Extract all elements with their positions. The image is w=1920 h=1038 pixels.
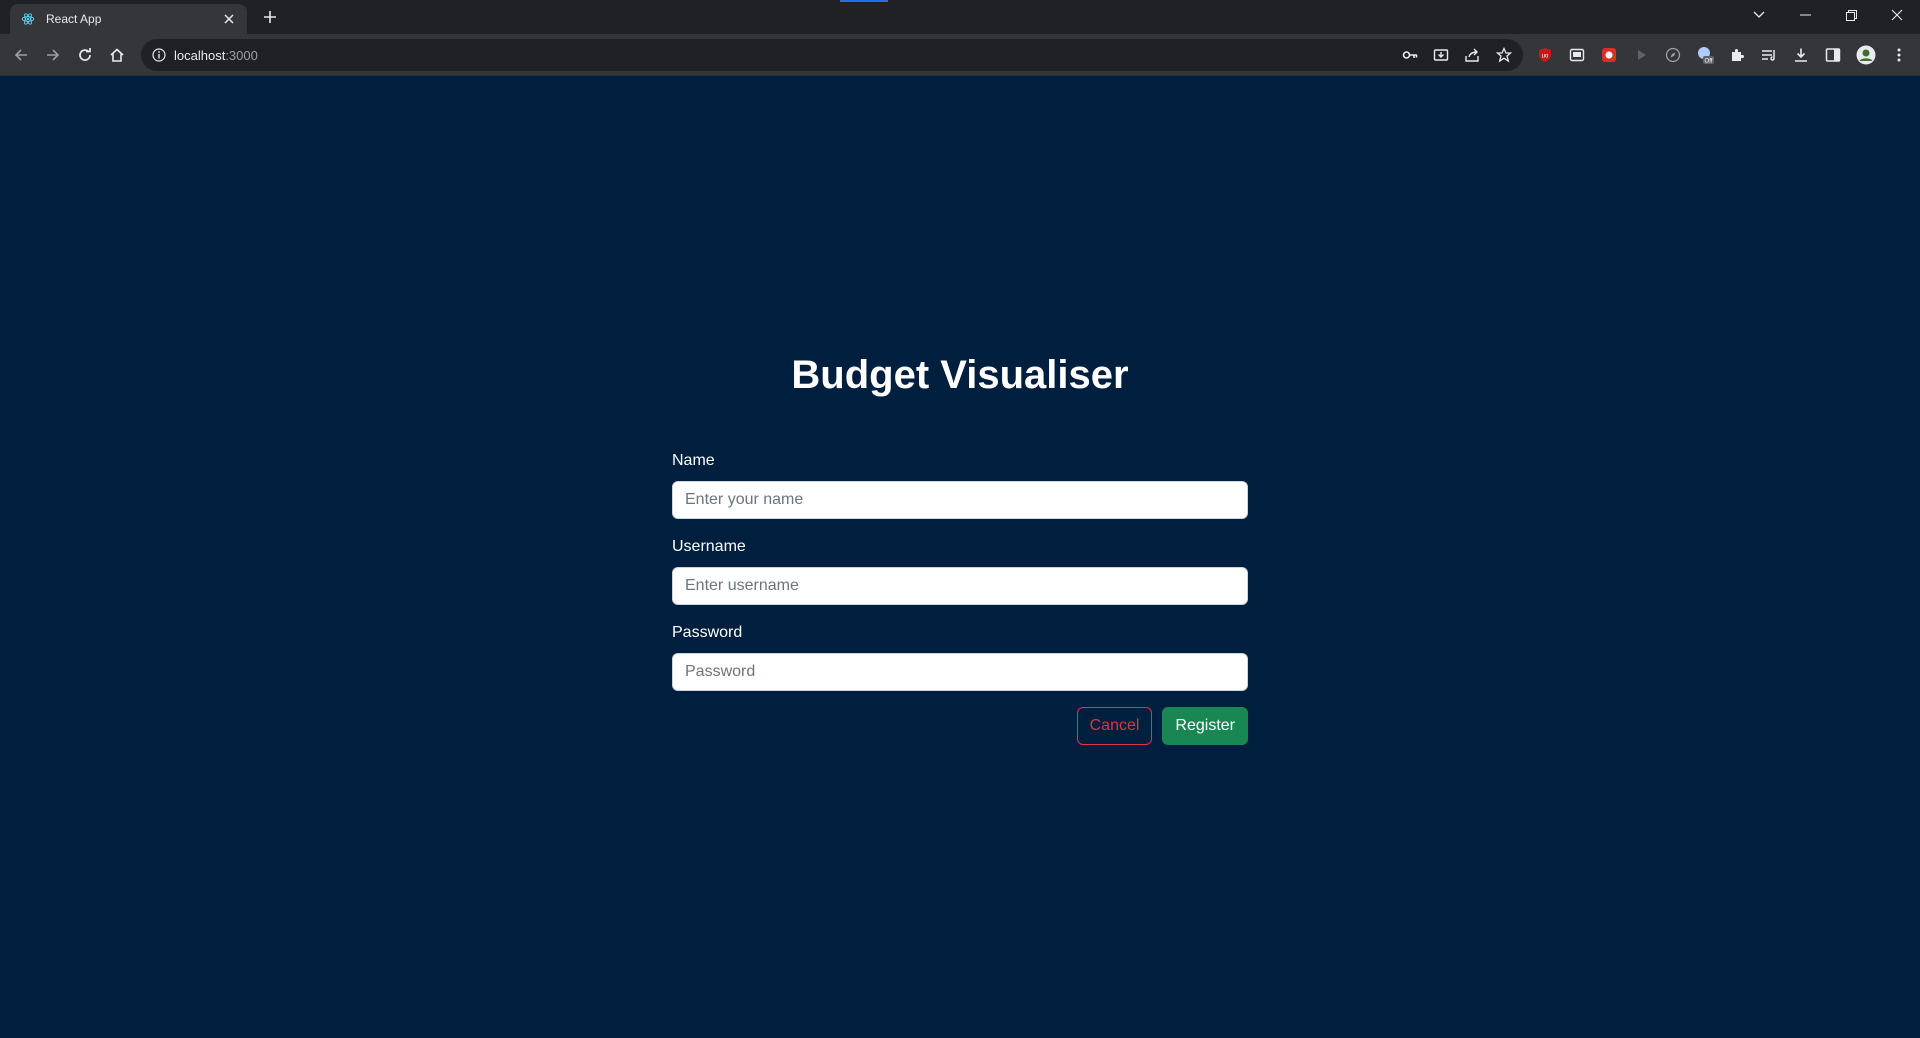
extensions-icon[interactable] [1728, 46, 1746, 64]
password-label: Password [672, 624, 743, 641]
browser-menu-icon[interactable] [1890, 46, 1908, 64]
back-icon[interactable] [9, 43, 33, 67]
side-panel-icon[interactable] [1824, 46, 1842, 64]
address-bar[interactable]: localhost:3000 [141, 39, 1523, 71]
tab-react-app[interactable]: React App [10, 4, 247, 34]
minimize-icon[interactable] [1782, 0, 1828, 30]
tab-close-icon[interactable] [221, 11, 237, 27]
window-extension-icon[interactable] [1568, 46, 1586, 64]
svg-text:Off: Off [1705, 59, 1713, 65]
restore-icon[interactable] [1828, 0, 1874, 30]
red-extension-icon[interactable] [1600, 46, 1618, 64]
register-button[interactable]: Register [1162, 707, 1248, 745]
url-port: :3000 [225, 48, 258, 63]
register-form: Name Username Password Cancel Register [672, 449, 1248, 745]
reading-list-icon[interactable] [1760, 46, 1778, 64]
off-extension-icon[interactable]: Off [1696, 46, 1714, 64]
react-favicon-icon [20, 11, 36, 27]
page-title: Budget Visualiser [791, 353, 1129, 397]
cancel-button[interactable]: Cancel [1076, 707, 1153, 745]
new-tab-icon[interactable] [260, 7, 280, 27]
site-info-icon[interactable] [151, 47, 167, 63]
tab-search-icon[interactable] [1736, 0, 1782, 30]
ublock-extension-icon[interactable]: uo [1536, 46, 1554, 64]
username-label: Username [672, 538, 746, 555]
tab-title: React App [46, 12, 102, 26]
share-icon[interactable] [1463, 46, 1481, 64]
install-app-icon[interactable] [1432, 46, 1450, 64]
page-content: Budget Visualiser Name Username Password… [0, 77, 1920, 1038]
name-label: Name [672, 452, 715, 469]
compass-extension-icon[interactable] [1664, 46, 1682, 64]
loading-indicator [840, 0, 888, 2]
downloads-icon[interactable] [1792, 46, 1810, 64]
bookmark-star-icon[interactable] [1495, 46, 1513, 64]
password-input[interactable] [672, 653, 1248, 691]
svg-text:uo: uo [1542, 54, 1549, 60]
tab-strip: React App [0, 0, 1920, 34]
profile-avatar-icon[interactable] [1856, 45, 1876, 65]
name-input[interactable] [672, 481, 1248, 519]
forward-icon[interactable] [41, 43, 65, 67]
password-key-icon[interactable] [1401, 46, 1419, 64]
home-icon[interactable] [105, 43, 129, 67]
browser-toolbar: localhost:3000 uo Off [0, 34, 1920, 76]
close-window-icon[interactable] [1874, 0, 1920, 30]
reload-icon[interactable] [73, 43, 97, 67]
form-actions: Cancel Register [672, 707, 1248, 745]
play-extension-icon[interactable] [1632, 46, 1650, 64]
url-host: localhost [174, 48, 226, 63]
username-input[interactable] [672, 567, 1248, 605]
url-text[interactable]: localhost:3000 [174, 48, 258, 63]
